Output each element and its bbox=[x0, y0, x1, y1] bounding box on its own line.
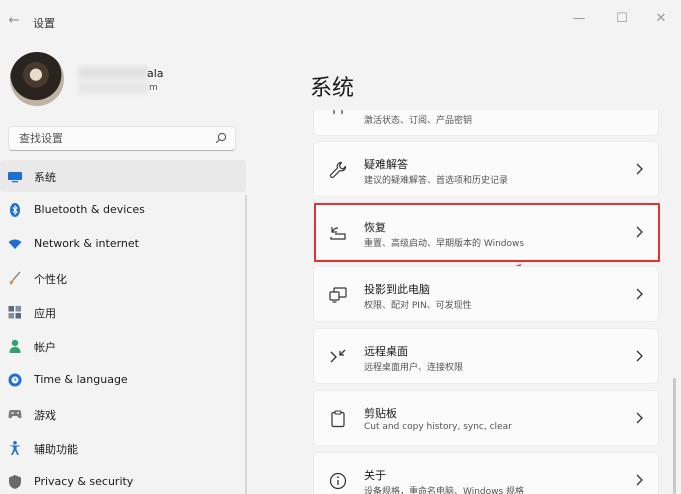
settings-card-activation[interactable]: 激活状态、订阅、产品密钥 bbox=[313, 110, 659, 136]
settings-card-projection[interactable]: 投影到此电脑 权限、配对 PIN、可发现性 bbox=[313, 266, 659, 322]
chevron-right-icon bbox=[636, 288, 643, 300]
person-icon bbox=[9, 339, 21, 353]
sidebar-item-accessibility[interactable]: 辅助功能 bbox=[0, 432, 246, 464]
globe-clock-icon bbox=[8, 373, 22, 387]
sidebar-item-label: 帐户 bbox=[34, 341, 56, 354]
back-arrow-icon[interactable]: ← bbox=[4, 11, 24, 31]
card-title: 远程桌面 bbox=[364, 345, 408, 358]
sidebar-item-personalization[interactable]: 个性化 bbox=[0, 262, 246, 294]
sidebar-item-system[interactable]: 系统 bbox=[0, 160, 246, 192]
card-description: 权限、配对 PIN、可发现性 bbox=[364, 301, 472, 311]
title-bar: ← 设置 — ☐ ✕ bbox=[0, 0, 681, 40]
sidebar-divider bbox=[245, 195, 247, 494]
settings-card-clipboard[interactable]: 剪贴板 Cut and copy history, sync, clear bbox=[313, 390, 659, 446]
sidebar-item-time-language[interactable]: Time & language bbox=[0, 364, 246, 396]
blurred-email-mask bbox=[78, 82, 148, 94]
sidebar-item-label: 应用 bbox=[34, 307, 56, 320]
gamepad-icon bbox=[8, 410, 22, 419]
profile-name: ala bbox=[147, 67, 164, 80]
close-button[interactable]: ✕ bbox=[651, 10, 671, 28]
sidebar-item-bluetooth[interactable]: Bluetooth & devices bbox=[0, 194, 246, 226]
brush-icon bbox=[9, 271, 21, 285]
search-input[interactable] bbox=[9, 127, 209, 150]
settings-card-about[interactable]: 关于 设备规格，重命名电脑、Windows 规格 bbox=[313, 452, 659, 494]
apps-icon bbox=[8, 306, 21, 319]
sidebar-item-gaming[interactable]: 游戏 bbox=[0, 398, 246, 430]
chevron-right-icon bbox=[636, 412, 643, 424]
card-description: 建议的疑难解答、首选项和历史记录 bbox=[364, 176, 509, 186]
card-description: 远程桌面用户、连接权限 bbox=[364, 363, 464, 373]
avatar[interactable] bbox=[10, 52, 64, 106]
card-title: 投影到此电脑 bbox=[364, 283, 430, 296]
app-title: 设置 bbox=[33, 17, 55, 30]
red-highlight-box bbox=[314, 203, 660, 262]
activation-key-icon bbox=[333, 110, 343, 114]
main-scrollbar[interactable] bbox=[673, 378, 676, 494]
card-title: 关于 bbox=[364, 469, 386, 482]
sidebar-item-label: Network & internet bbox=[34, 237, 139, 250]
sidebar-item-network[interactable]: Network & internet bbox=[0, 228, 246, 260]
settings-window: ← 设置 — ☐ ✕ ala m 系统 Bluetoo bbox=[0, 0, 681, 494]
card-title: 疑难解答 bbox=[364, 158, 408, 171]
shield-icon bbox=[9, 475, 21, 489]
chevron-right-icon bbox=[636, 350, 643, 362]
chevron-right-icon bbox=[636, 474, 643, 486]
chevron-right-icon bbox=[636, 163, 643, 175]
sidebar-item-label: Privacy & security bbox=[34, 475, 134, 488]
minimize-button[interactable]: — bbox=[569, 10, 589, 28]
accessibility-icon bbox=[9, 441, 21, 455]
card-description: Cut and copy history, sync, clear bbox=[364, 422, 512, 432]
sidebar-item-label: Bluetooth & devices bbox=[34, 203, 145, 216]
card-title: 剪贴板 bbox=[364, 407, 397, 420]
projection-icon bbox=[329, 287, 347, 303]
page-title: 系统 bbox=[310, 76, 355, 101]
monitor-icon bbox=[8, 172, 22, 183]
bluetooth-icon bbox=[10, 203, 20, 217]
search-icon[interactable] bbox=[215, 132, 227, 144]
settings-card-remote-desktop[interactable]: 远程桌面 远程桌面用户、连接权限 bbox=[313, 328, 659, 384]
blurred-name-mask bbox=[78, 66, 148, 79]
sidebar-item-label: 个性化 bbox=[34, 273, 67, 286]
card-description: 设备规格，重命名电脑、Windows 规格 bbox=[364, 487, 525, 494]
remote-desktop-icon bbox=[330, 349, 346, 363]
wifi-icon bbox=[8, 239, 22, 249]
sidebar-item-accounts[interactable]: 帐户 bbox=[0, 330, 246, 362]
profile-email: m bbox=[149, 83, 158, 93]
maximize-button[interactable]: ☐ bbox=[612, 10, 632, 28]
settings-card-troubleshoot[interactable]: 疑难解答 建议的疑难解答、首选项和历史记录 bbox=[313, 141, 659, 197]
sidebar-item-apps[interactable]: 应用 bbox=[0, 296, 246, 328]
card-description: 激活状态、订阅、产品密钥 bbox=[364, 116, 473, 126]
clipboard-icon bbox=[331, 410, 345, 428]
sidebar-item-label: 系统 bbox=[34, 171, 56, 184]
search-box[interactable] bbox=[8, 126, 236, 151]
sidebar-item-label: 辅助功能 bbox=[34, 443, 78, 456]
sidebar-item-label: Time & language bbox=[34, 373, 128, 386]
sidebar-item-label: 游戏 bbox=[34, 409, 56, 422]
sidebar-item-privacy-security[interactable]: Privacy & security bbox=[0, 466, 246, 494]
info-icon bbox=[329, 472, 347, 490]
wrench-icon bbox=[329, 161, 347, 179]
